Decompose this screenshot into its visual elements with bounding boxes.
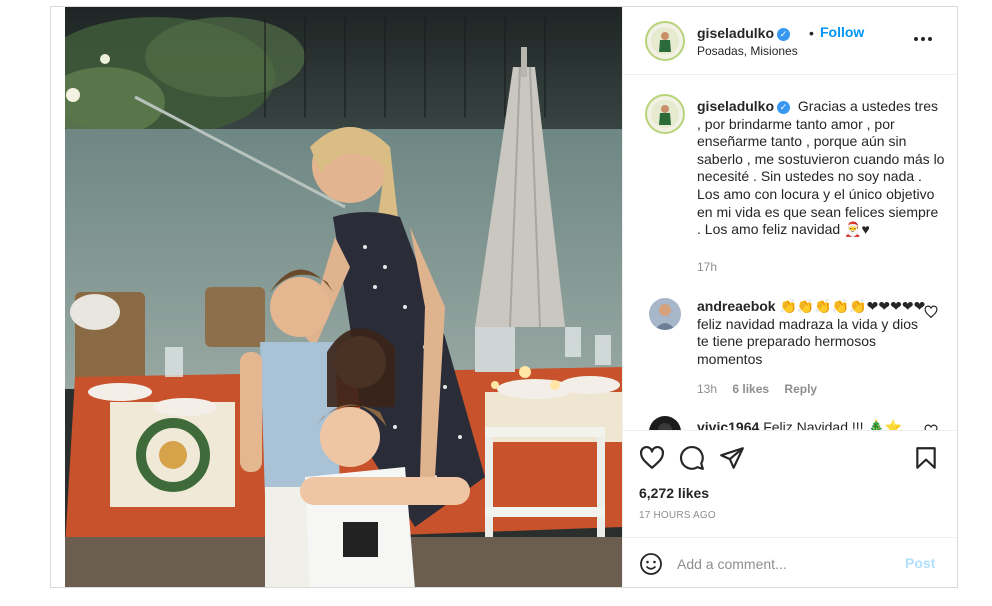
caption-avatar[interactable] [645, 94, 685, 134]
avatar-image [651, 100, 679, 128]
share-icon [720, 447, 744, 469]
follow-button[interactable]: Follow [820, 24, 864, 40]
post-header: giseladulko ✓ • Follow Posadas, Misiones [623, 7, 957, 75]
save-button[interactable] [913, 445, 939, 471]
caption-text: Gracias a ustedes tres , por brindarme t… [697, 98, 945, 238]
post-side-panel: giseladulko✓ • Follow Posadas, Misiones [622, 7, 957, 587]
post-photo[interactable] [65, 7, 622, 587]
commenter-avatar[interactable] [649, 416, 681, 430]
heart-icon [640, 445, 664, 469]
verified-icon: ✓ [777, 28, 791, 41]
emoji-icon [640, 553, 662, 575]
separator-dot: • [809, 25, 814, 41]
more-options-button[interactable] [911, 31, 935, 49]
avatar-image [651, 27, 679, 55]
caption-username[interactable]: giseladulko ✓ [697, 98, 791, 114]
comment-username[interactable]: andreaebok [697, 298, 776, 314]
post-actions [623, 430, 957, 482]
comment-input[interactable] [677, 552, 897, 576]
comment-button[interactable] [679, 445, 705, 471]
verified-icon: ✓ [777, 101, 791, 114]
comment-username[interactable]: vivic1964 [697, 419, 759, 430]
commenter-avatar[interactable] [649, 298, 681, 330]
family-christmas-photo [65, 7, 622, 587]
comment-meta: 13h 6 likes Reply [697, 382, 829, 396]
caption-time: 17h [697, 260, 729, 274]
avatar-image [649, 416, 681, 430]
caption-timestamp[interactable]: 17h [697, 260, 717, 274]
avatar-image [649, 298, 681, 330]
author-avatar[interactable] [645, 21, 685, 61]
like-comment-button[interactable] [924, 305, 938, 319]
heart-icon [924, 305, 938, 319]
comment-icon [680, 446, 704, 470]
comment-item: vivic1964 Feliz Navidad !!! 🎄⭐ [697, 419, 927, 430]
post-time-ago[interactable]: 17 HOURS AGO [639, 510, 716, 521]
comments-list[interactable]: giseladulko ✓ Gracias a ustedes tres , po… [623, 76, 957, 430]
post-comment-button[interactable]: Post [905, 555, 935, 571]
post-card: giseladulko✓ • Follow Posadas, Misiones [50, 6, 958, 588]
add-comment-bar: Post [623, 537, 957, 587]
reply-button[interactable]: Reply [784, 382, 817, 396]
comment-likes[interactable]: 6 likes [732, 382, 769, 396]
emoji-button[interactable] [639, 552, 663, 576]
comment-timestamp[interactable]: 13h [697, 382, 717, 396]
likes-count[interactable]: 6,272 likes [639, 485, 709, 501]
author-username[interactable]: giseladulko ✓ [697, 25, 791, 41]
post-location[interactable]: Posadas, Misiones [697, 44, 798, 58]
share-button[interactable] [719, 445, 745, 471]
comment-text: Feliz Navidad !!! 🎄⭐ [763, 419, 903, 430]
comment-item: andreaebok 👏👏👏👏👏❤❤❤❤❤feliz navidad madra… [697, 298, 927, 368]
more-icon [914, 37, 932, 41]
like-button[interactable] [639, 445, 665, 471]
author-username-text[interactable]: giseladulko [697, 25, 774, 41]
caption-username-text[interactable]: giseladulko [697, 98, 774, 114]
bookmark-icon [916, 447, 936, 469]
post-caption: giseladulko ✓ Gracias a ustedes tres , po… [697, 98, 945, 239]
